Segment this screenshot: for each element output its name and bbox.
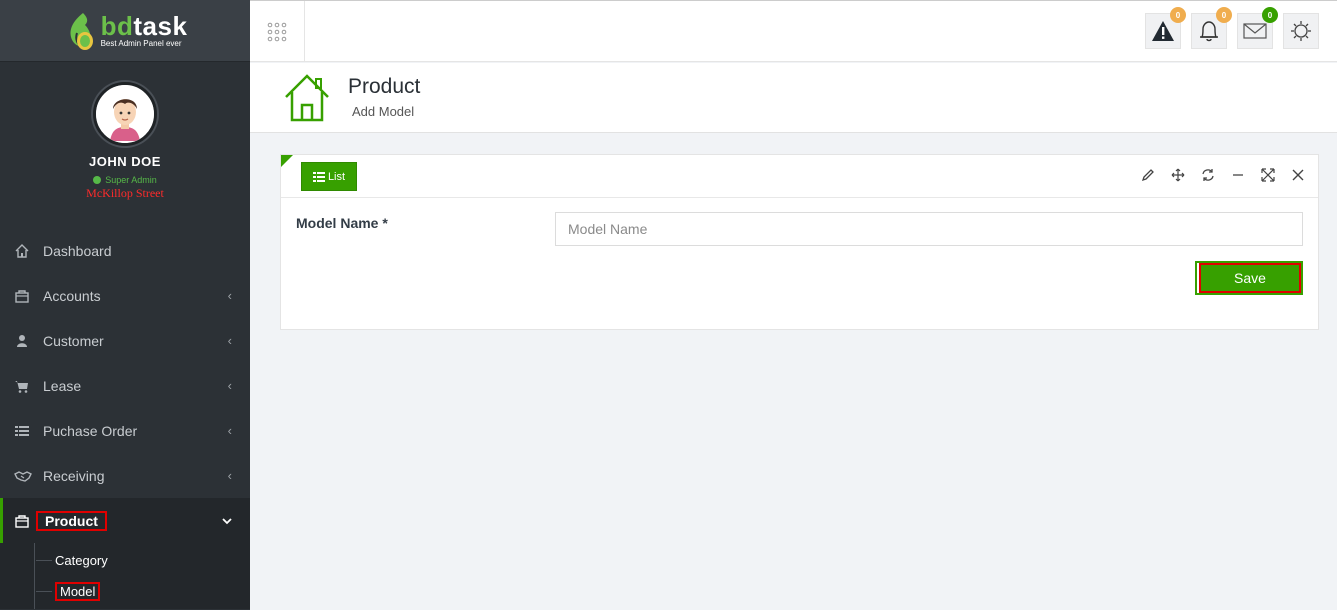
apps-menu-button[interactable] [250, 1, 305, 62]
messages-count-badge: 0 [1262, 7, 1278, 23]
list-button[interactable]: List [301, 162, 357, 191]
settings-button[interactable] [1283, 13, 1319, 49]
add-model-panel: List Model Name * Save [280, 154, 1319, 330]
model-name-input[interactable] [555, 212, 1303, 246]
gear-icon [1291, 21, 1311, 41]
close-icon[interactable] [1290, 167, 1306, 183]
page-title: Product [348, 75, 421, 98]
avatar[interactable] [93, 82, 157, 146]
submenu-item-label: Category [55, 553, 108, 568]
chevron-left-icon: ‹ [227, 288, 232, 303]
brand-tagline: Best Admin Panel ever [100, 39, 182, 48]
logo-text: bdtask Best Admin Panel ever [101, 13, 188, 48]
brand-logo[interactable]: bdtask Best Admin Panel ever [63, 11, 188, 51]
sidebar-item-label: Receiving [43, 467, 105, 484]
avatar-face-icon [96, 85, 154, 143]
brand-name: bdtask [100, 11, 188, 41]
chevron-left-icon: ‹ [227, 423, 232, 438]
submenu-tree-line [34, 543, 35, 609]
user-name: JOHN DOE [89, 154, 161, 169]
sidebar-item-product[interactable]: Product [0, 498, 250, 543]
chevron-left-icon: ‹ [227, 333, 232, 348]
sidebar-item-label: Customer [43, 332, 104, 349]
alerts-count-badge: 0 [1170, 7, 1186, 23]
notifications-button[interactable]: 0 [1191, 7, 1232, 49]
sidebar-item-label: Dashboard [43, 242, 112, 259]
briefcase-icon [14, 288, 36, 304]
notifications-count-badge: 0 [1216, 7, 1232, 23]
sidebar-nav: Dashboard Accounts ‹ Customer ‹ Lease ‹ [0, 228, 250, 609]
role-label: Super Admin [105, 175, 157, 185]
submenu-item-label: Model [55, 582, 101, 601]
online-status-dot [93, 176, 102, 184]
sidebar-item-receiving[interactable]: Receiving ‹ [0, 453, 250, 498]
user-location: McKillop Street [86, 186, 164, 200]
sidebar: bdtask Best Admin Panel ever JOHN DOE Su… [0, 0, 250, 610]
user-role: Super Admin [0, 175, 250, 185]
top-header: 0 0 0 [250, 0, 1337, 62]
refresh-icon[interactable] [1200, 167, 1216, 183]
chevron-left-icon: ‹ [227, 378, 232, 393]
home-outline-icon [283, 73, 331, 128]
user-icon [14, 333, 36, 349]
submenu-item-model[interactable]: Model [36, 582, 101, 601]
sidebar-item-customer[interactable]: Customer ‹ [0, 318, 250, 363]
briefcase-icon [14, 513, 36, 529]
sidebar-item-label: Product [36, 510, 107, 531]
envelope-icon [1243, 23, 1267, 39]
edit-icon[interactable] [1140, 167, 1156, 183]
logo-bar: bdtask Best Admin Panel ever [0, 0, 250, 62]
tree-branch [36, 560, 52, 561]
messages-button[interactable]: 0 [1237, 7, 1278, 49]
minimize-icon[interactable] [1230, 167, 1246, 183]
chevron-down-icon [222, 513, 232, 528]
chevron-left-icon: ‹ [227, 468, 232, 483]
tree-branch [36, 591, 52, 592]
sidebar-item-lease[interactable]: Lease ‹ [0, 363, 250, 408]
panel-tools [1140, 167, 1306, 183]
grid-dots-icon [267, 22, 287, 41]
submenu-item-category[interactable]: Category [36, 553, 108, 568]
bell-icon [1200, 21, 1218, 42]
handshake-icon [14, 468, 36, 484]
warning-icon [1152, 21, 1174, 41]
product-submenu: Category Model [0, 543, 250, 609]
page-subtitle: Add Model [352, 104, 415, 119]
page-header: Product Add Model [250, 63, 1337, 133]
list-icon [14, 423, 36, 439]
model-name-label: Model Name * [296, 215, 388, 231]
save-button-wrapper: Save [1195, 261, 1303, 295]
cart-icon [14, 378, 36, 394]
panel-header: List [281, 155, 1318, 198]
sidebar-item-label: Puchase Order [43, 422, 138, 439]
list-icon [312, 171, 325, 182]
sidebar-item-dashboard[interactable]: Dashboard [0, 228, 250, 273]
leaf-logo-icon [70, 12, 93, 50]
header-actions: 0 0 0 [1145, 7, 1319, 49]
sidebar-item-purchase-order[interactable]: Puchase Order ‹ [0, 408, 250, 453]
save-button[interactable]: Save [1199, 263, 1301, 293]
home-icon [14, 243, 36, 259]
panel-corner-accent [281, 155, 293, 167]
sidebar-item-accounts[interactable]: Accounts ‹ [0, 273, 250, 318]
expand-icon[interactable] [1260, 167, 1276, 183]
move-icon[interactable] [1170, 167, 1186, 183]
alerts-button[interactable]: 0 [1145, 7, 1186, 49]
sidebar-item-label: Accounts [43, 287, 101, 304]
list-button-label: List [327, 170, 346, 183]
sidebar-item-label: Lease [43, 377, 82, 394]
